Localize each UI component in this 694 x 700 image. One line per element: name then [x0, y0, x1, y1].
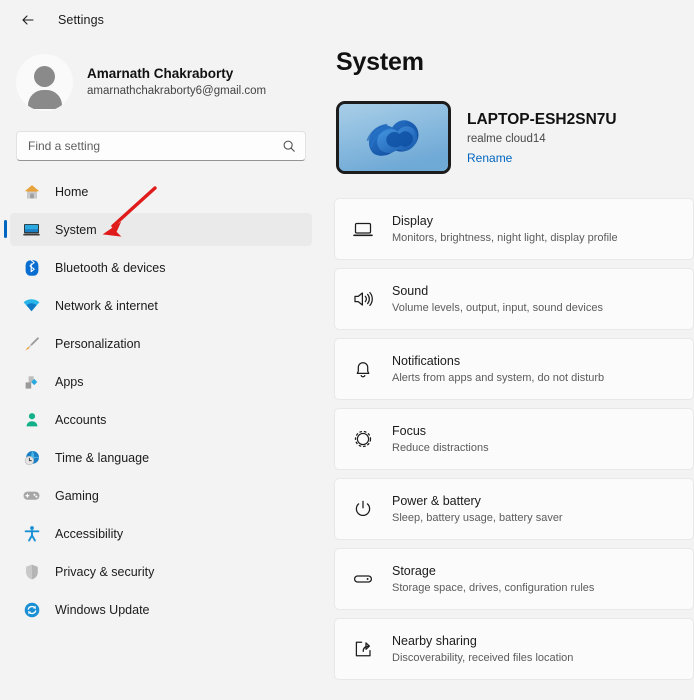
sidebar: Amarnath Chakraborty amarnathchakraborty…	[0, 40, 322, 700]
sidebar-item-gaming[interactable]: Gaming	[10, 479, 312, 512]
power-icon	[351, 497, 375, 521]
sidebar-item-label: Gaming	[55, 488, 99, 503]
update-refresh-icon	[22, 600, 41, 619]
settings-cards: Display Monitors, brightness, night ligh…	[334, 198, 694, 680]
card-text: Sound Volume levels, output, input, soun…	[392, 282, 603, 317]
wifi-icon	[22, 296, 41, 315]
card-sound[interactable]: Sound Volume levels, output, input, soun…	[334, 268, 694, 330]
card-subtitle: Discoverability, received files location	[392, 651, 574, 664]
card-subtitle: Storage space, drives, configuration rul…	[392, 581, 595, 594]
sidebar-item-label: Privacy & security	[55, 564, 155, 579]
sidebar-item-windows-update[interactable]: Windows Update	[10, 593, 312, 626]
page-title: System	[336, 48, 424, 76]
shield-icon	[22, 562, 41, 581]
back-button[interactable]	[14, 6, 42, 34]
card-text: Focus Reduce distractions	[392, 422, 489, 457]
sidebar-item-accounts[interactable]: Accounts	[10, 403, 312, 436]
card-subtitle: Monitors, brightness, night light, displ…	[392, 231, 618, 244]
focus-moon-icon	[351, 427, 375, 451]
sidebar-item-personalization[interactable]: Personalization	[10, 327, 312, 360]
card-subtitle: Reduce distractions	[392, 441, 489, 454]
avatar	[16, 54, 73, 111]
sidebar-item-apps[interactable]: Apps	[10, 365, 312, 398]
card-title: Storage	[392, 563, 436, 578]
sidebar-item-label: System	[55, 222, 97, 237]
search-box[interactable]	[16, 131, 306, 161]
card-subtitle: Sleep, battery usage, battery saver	[392, 511, 563, 524]
sidebar-item-accessibility[interactable]: Accessibility	[10, 517, 312, 550]
storage-drive-icon	[351, 567, 375, 591]
accessibility-icon	[22, 524, 41, 543]
sidebar-item-bluetooth-devices[interactable]: Bluetooth & devices	[10, 251, 312, 284]
card-focus[interactable]: Focus Reduce distractions	[334, 408, 694, 470]
sidebar-item-system[interactable]: System	[4, 213, 312, 246]
device-model: realme cloud14	[467, 132, 546, 145]
search-area	[0, 115, 322, 161]
account-name: Amarnath Chakraborty	[87, 66, 234, 81]
rename-link[interactable]: Rename	[467, 149, 512, 167]
person-avatar-body	[27, 90, 62, 109]
card-power-battery[interactable]: Power & battery Sleep, battery usage, ba…	[334, 478, 694, 540]
account-email: amarnathchakraborty6@gmail.com	[87, 85, 267, 97]
search-icon[interactable]	[282, 139, 296, 153]
sidebar-item-label: Home	[55, 184, 89, 199]
sidebar-item-label: Accounts	[55, 412, 107, 427]
card-text: Power & battery Sleep, battery usage, ba…	[392, 492, 563, 527]
sidebar-item-label: Time & language	[55, 450, 150, 465]
apps-icon	[22, 372, 41, 391]
card-subtitle: Alerts from apps and system, do not dist…	[392, 371, 605, 384]
sidebar-item-label: Network & internet	[55, 298, 158, 313]
title-bar: Settings	[0, 0, 694, 40]
windows-bloom-wallpaper-tablet	[336, 101, 451, 174]
back-arrow-icon	[20, 12, 36, 28]
device-info: LAPTOP-ESH2SN7U realme cloud14 Rename	[467, 109, 617, 167]
card-title: Focus	[392, 423, 427, 438]
card-title: Power & battery	[392, 493, 481, 508]
account-block[interactable]: Amarnath Chakraborty amarnathchakraborty…	[0, 40, 322, 115]
search-input[interactable]	[28, 139, 282, 153]
sidebar-item-label: Bluetooth & devices	[55, 260, 166, 275]
sidebar-item-home[interactable]: Home	[10, 175, 312, 208]
device-summary: LAPTOP-ESH2SN7U realme cloud14 Rename	[334, 101, 694, 174]
sidebar-item-label: Apps	[55, 374, 84, 389]
sidebar-item-label: Personalization	[55, 336, 141, 351]
sidebar-item-privacy-security[interactable]: Privacy & security	[10, 555, 312, 588]
person-icon	[22, 410, 41, 429]
card-notifications[interactable]: Notifications Alerts from apps and syste…	[334, 338, 694, 400]
card-title: Nearby sharing	[392, 633, 477, 648]
nearby-share-icon	[351, 637, 375, 661]
card-storage[interactable]: Storage Storage space, drives, configura…	[334, 548, 694, 610]
sidebar-item-label: Accessibility	[55, 526, 124, 541]
device-name: LAPTOP-ESH2SN7U	[467, 110, 617, 128]
sidebar-nav: Home System Bluetooth & devices Network …	[0, 161, 322, 626]
card-text: Storage Storage space, drives, configura…	[392, 562, 594, 597]
card-nearby-sharing[interactable]: Nearby sharing Discoverability, received…	[334, 618, 694, 680]
card-text: Notifications Alerts from apps and syste…	[392, 352, 604, 387]
account-text: Amarnath Chakraborty amarnathchakraborty…	[87, 65, 266, 100]
card-title: Display	[392, 213, 433, 228]
speaker-icon	[351, 287, 375, 311]
clock-globe-icon	[22, 448, 41, 467]
card-title: Sound	[392, 283, 429, 298]
sidebar-item-time-language[interactable]: Time & language	[10, 441, 312, 474]
bell-icon	[351, 357, 375, 381]
card-text: Display Monitors, brightness, night ligh…	[392, 212, 618, 247]
gamepad-icon	[22, 486, 41, 505]
system-monitor-icon	[22, 220, 41, 239]
app-shell: Amarnath Chakraborty amarnathchakraborty…	[0, 40, 694, 700]
monitor-icon	[351, 217, 375, 241]
card-subtitle: Volume levels, output, input, sound devi…	[392, 301, 603, 314]
card-display[interactable]: Display Monitors, brightness, night ligh…	[334, 198, 694, 260]
card-text: Nearby sharing Discoverability, received…	[392, 632, 573, 667]
main-content: System LAPTOP-ESH2SN7U realme cloud14 Re…	[322, 40, 694, 700]
app-title: Settings	[58, 13, 104, 27]
person-avatar-icon	[34, 66, 55, 87]
card-title: Notifications	[392, 353, 461, 368]
bluetooth-icon	[22, 258, 41, 277]
paintbrush-icon	[22, 334, 41, 353]
home-icon	[22, 182, 41, 201]
sidebar-item-network-internet[interactable]: Network & internet	[10, 289, 312, 322]
sidebar-item-label: Windows Update	[55, 602, 150, 617]
